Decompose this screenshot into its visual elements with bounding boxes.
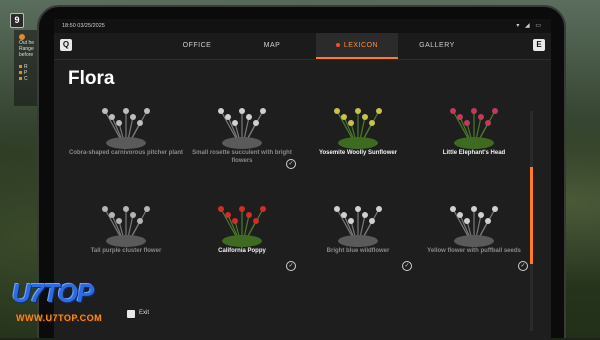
status-time: 18:50 03/25/2025 xyxy=(62,23,105,29)
exit-label[interactable]: Exit xyxy=(139,310,149,316)
flora-card[interactable]: Bright blue wildflower ✓ xyxy=(300,195,416,285)
watermark-logo: U7TOP xyxy=(12,278,94,308)
checkmark-icon: ✓ xyxy=(286,159,296,169)
flora-label: Tall purple cluster flower xyxy=(90,248,162,254)
puffball-icon xyxy=(450,206,498,247)
tab-lexicon[interactable]: LEXICON xyxy=(316,33,398,59)
woolly-sunflower-icon xyxy=(334,108,382,149)
flora-label: Bright blue wildflower xyxy=(326,248,390,254)
flora-card[interactable]: Yellow flower with puffball seeds ✓ xyxy=(416,195,532,285)
checkmark-icon: ✓ xyxy=(402,261,412,271)
flora-card[interactable]: California Poppy ✓ xyxy=(184,195,300,285)
status-icons: ▾ ◢ ▭ xyxy=(516,23,543,29)
flora-card[interactable]: Small rosette succulent with bright flow… xyxy=(184,97,300,187)
exit-key-icon[interactable] xyxy=(127,310,135,318)
tab-lexicon-label: LEXICON xyxy=(343,42,379,49)
flora-label: Cobra-shaped carnivorous pitcher plant xyxy=(68,150,184,156)
flora-label: California Poppy xyxy=(218,248,266,254)
lexicon-navbar: Q OFFICE MAP LEXICON GALLERY E xyxy=(54,33,551,60)
poppy-icon xyxy=(218,206,266,247)
level-badge: 9 xyxy=(10,13,24,28)
scrollbar-thumb[interactable] xyxy=(530,167,533,264)
elephant-head-icon xyxy=(450,108,498,149)
flora-grid: Cobra-shaped carnivorous pitcher plant Sm… xyxy=(68,97,532,337)
prev-tab-key[interactable]: Q xyxy=(60,39,72,51)
pitcher-plant-icon xyxy=(102,108,150,149)
flora-label: Small rosette succulent with bright flow… xyxy=(192,150,292,164)
tablet-device: 18:50 03/25/2025 ▾ ◢ ▭ Q OFFICE MAP LEXI… xyxy=(37,5,566,340)
checkmark-icon: ✓ xyxy=(518,261,528,271)
flora-label: Little Elephant's Head xyxy=(442,150,506,156)
status-bar: 18:50 03/25/2025 ▾ ◢ ▭ xyxy=(54,19,551,33)
flora-card[interactable]: Cobra-shaped carnivorous pitcher plant xyxy=(68,97,184,187)
bullet-icon xyxy=(19,65,22,69)
checkmark-icon: ✓ xyxy=(286,261,296,271)
tab-office[interactable]: OFFICE xyxy=(170,33,224,59)
page-title: Flora xyxy=(68,68,115,89)
next-tab-key[interactable]: E xyxy=(533,39,545,51)
flora-label: Yellow flower with puffball seeds xyxy=(427,248,521,254)
bullet-icon xyxy=(19,77,22,81)
quest-icon xyxy=(19,34,25,40)
record-icon xyxy=(335,43,340,48)
flora-card[interactable]: Yosemite Woolly Sunflower xyxy=(300,97,416,187)
quest-bullet: C xyxy=(24,76,28,83)
tablet-screen: 18:50 03/25/2025 ▾ ◢ ▭ Q OFFICE MAP LEXI… xyxy=(54,19,551,340)
tab-gallery[interactable]: GALLERY xyxy=(410,33,464,59)
flora-label: Yosemite Woolly Sunflower xyxy=(318,150,398,156)
watermark-url: WWW.U7TOP.COM xyxy=(16,313,103,323)
bullet-icon xyxy=(19,71,22,75)
cluster-flower-icon xyxy=(102,206,150,247)
flora-card[interactable]: Little Elephant's Head xyxy=(416,97,532,187)
succulent-icon xyxy=(218,108,266,149)
flora-card[interactable]: Tall purple cluster flower xyxy=(68,195,184,285)
blue-wildflower-icon xyxy=(334,206,382,247)
tab-map[interactable]: MAP xyxy=(250,33,294,59)
